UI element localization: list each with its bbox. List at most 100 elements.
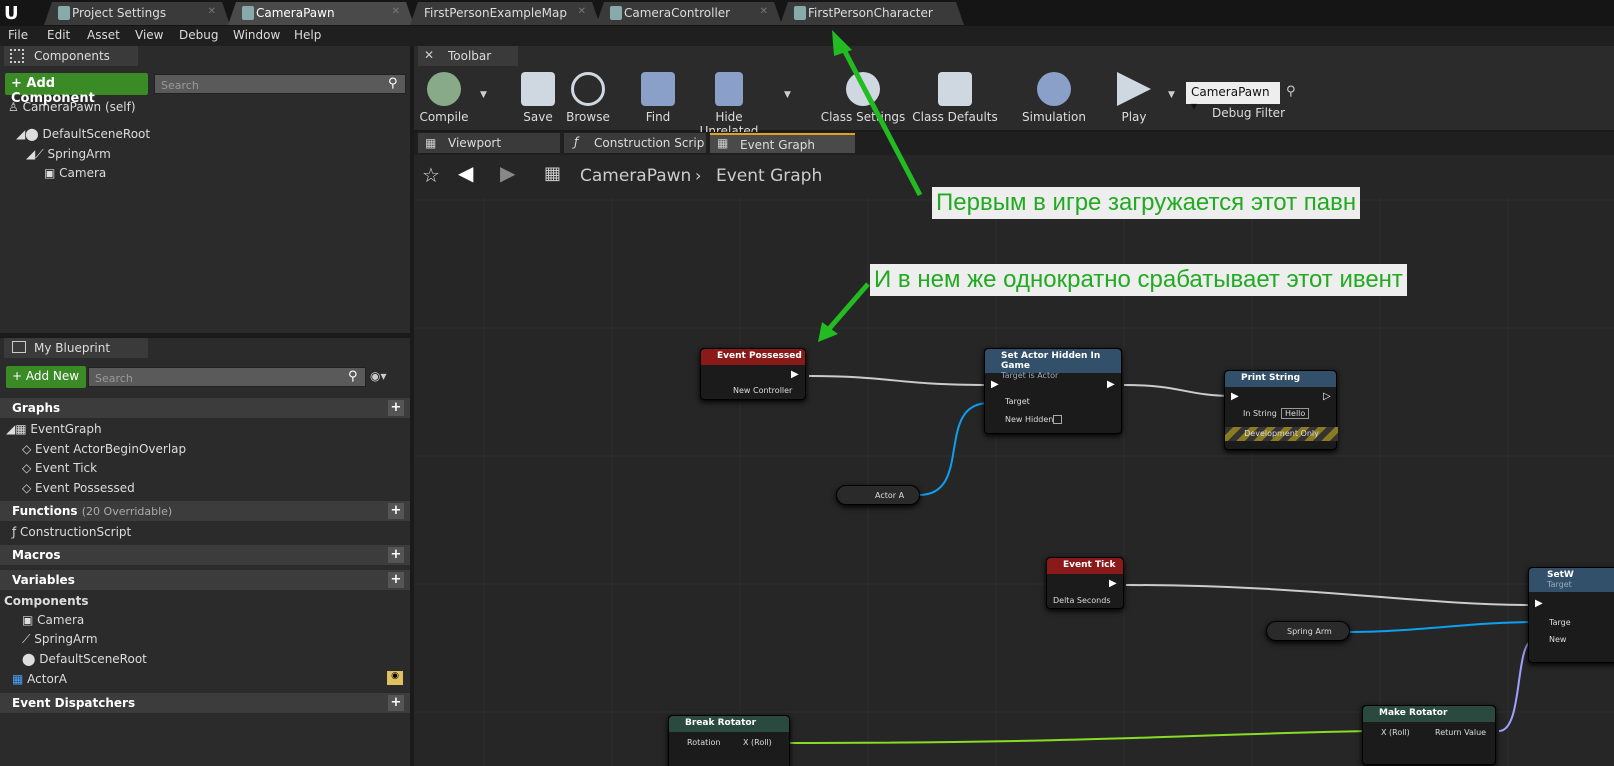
exec-out-pin[interactable]: ▶ xyxy=(791,369,799,380)
pin-return-value[interactable]: Return Value xyxy=(1435,728,1486,737)
exec-out-pin[interactable]: ▶ xyxy=(1107,379,1115,390)
menu-file[interactable]: File xyxy=(8,28,28,42)
var-actora[interactable]: ▦ ActorA xyxy=(12,672,67,686)
exec-in-pin[interactable]: ▶ xyxy=(1535,598,1543,609)
compile-options-arrow[interactable]: ▼ xyxy=(480,90,487,100)
pin-x-roll[interactable]: X (Roll) xyxy=(1381,728,1410,737)
tree-default-scene-root[interactable]: ◢⬤ DefaultSceneRoot xyxy=(16,127,150,141)
tree-spring-arm[interactable]: ◢⟋ SpringArm xyxy=(26,147,111,162)
exec-in-pin[interactable]: ▶ xyxy=(991,379,999,390)
var-camera[interactable]: ▣ Camera xyxy=(22,613,84,627)
node-get-actor-a[interactable]: Actor A xyxy=(836,485,920,505)
tab-camerapawn[interactable]: CameraPawn ✕ xyxy=(228,2,414,25)
exec-in-pin[interactable]: ▶ xyxy=(1231,391,1239,402)
add-component-button[interactable]: + Add Component xyxy=(5,73,148,106)
section-functions[interactable]: Functions (20 Overridable) + xyxy=(0,501,410,521)
find-button[interactable]: Find xyxy=(626,70,690,126)
add-dispatcher-button[interactable]: + xyxy=(388,695,404,711)
section-variables[interactable]: Variables + xyxy=(0,570,410,590)
menu-view[interactable]: View xyxy=(135,28,163,42)
tab-project-settings[interactable]: Project Settings ✕ xyxy=(44,2,230,25)
tab-viewport[interactable]: Viewport xyxy=(418,133,560,153)
node-break-rotator[interactable]: Break Rotator Rotation X (Roll) xyxy=(668,715,790,766)
bookmark-star-icon[interactable]: ☆ xyxy=(422,163,440,187)
menu-window[interactable]: Window xyxy=(233,28,280,42)
forward-arrow-icon[interactable]: ▶ xyxy=(500,161,515,185)
components-search-input[interactable]: Search xyxy=(154,74,406,94)
node-set-world-rotation[interactable]: SetW Target ▶ Targe New xyxy=(1528,567,1614,663)
search-icon[interactable]: ⚲ xyxy=(1286,84,1296,99)
checkbox[interactable] xyxy=(1053,415,1062,424)
section-macros[interactable]: Macros + xyxy=(0,545,410,565)
node-print-string[interactable]: Print String ▶ ▷ In String Hello Develop… xyxy=(1224,370,1338,450)
node-make-rotator[interactable]: Make Rotator X (Roll) Return Value xyxy=(1362,705,1496,765)
in-string-value[interactable]: Hello xyxy=(1281,408,1310,419)
eye-icon[interactable]: ◉▾ xyxy=(370,369,387,383)
tab-label: CameraPawn xyxy=(256,6,335,20)
pin-x-roll[interactable]: X (Roll) xyxy=(743,738,772,747)
menu-help[interactable]: Help xyxy=(294,28,321,42)
close-icon[interactable]: ✕ xyxy=(760,6,768,17)
tab-firstpersoncharacter[interactable]: FirstPersonCharacter xyxy=(780,2,964,25)
add-graph-button[interactable]: + xyxy=(388,400,404,416)
section-event-dispatchers[interactable]: Event Dispatchers + xyxy=(0,693,410,713)
tree-eventgraph[interactable]: ◢▦ EventGraph xyxy=(6,422,102,436)
menu-edit[interactable]: Edit xyxy=(47,28,70,42)
pin-rotation[interactable]: Rotation xyxy=(687,738,720,747)
simulation-button[interactable]: Simulation xyxy=(1016,70,1092,126)
back-arrow-icon[interactable]: ◀ xyxy=(458,161,473,185)
var-springarm[interactable]: ⟋ SpringArm xyxy=(22,632,98,647)
components-group[interactable]: Components xyxy=(4,594,89,608)
exec-out-pin[interactable]: ▷ xyxy=(1323,391,1331,402)
add-variable-button[interactable]: + xyxy=(388,572,404,588)
pin-new-rotation[interactable]: New xyxy=(1549,635,1566,644)
tree-camera[interactable]: ▣ Camera xyxy=(44,166,106,180)
browse-button[interactable]: Browse xyxy=(556,70,620,126)
node-event-possessed[interactable]: Event Possessed ▶ New Controller xyxy=(700,348,806,400)
pin-in-string[interactable]: In String xyxy=(1243,409,1277,418)
add-macro-button[interactable]: + xyxy=(388,547,404,563)
node-get-spring-arm[interactable]: Spring Arm xyxy=(1266,621,1350,641)
pin-new-hidden[interactable]: New Hidden xyxy=(1005,415,1053,424)
tab-construction-script[interactable]: Construction Scrip xyxy=(564,133,706,153)
node-event-tick[interactable]: Event Tick ▶ Delta Seconds xyxy=(1046,557,1124,609)
hide-unrelated-button[interactable]: Hide Unrelated xyxy=(686,70,772,138)
close-icon[interactable]: ✕ xyxy=(578,6,586,17)
pin-target[interactable]: Target xyxy=(1005,397,1030,406)
tab-map[interactable]: FirstPersonExampleMap ✕ xyxy=(410,2,600,25)
debug-filter-select[interactable]: CameraPawn ▾ xyxy=(1186,82,1280,113)
visibility-eye-icon[interactable]: ◉ xyxy=(387,671,403,685)
breadcrumb-root[interactable]: CameraPawn xyxy=(580,166,691,186)
blueprint-search-input[interactable]: Search xyxy=(88,367,366,387)
close-icon[interactable]: ✕ xyxy=(208,6,216,17)
section-graphs[interactable]: Graphs + xyxy=(0,398,410,418)
var-defaultsceneroot[interactable]: ⬤ DefaultSceneRoot xyxy=(22,652,147,666)
components-panel-tab[interactable]: Components xyxy=(4,46,138,66)
add-new-button[interactable]: + Add New xyxy=(6,366,86,388)
menu-asset[interactable]: Asset xyxy=(87,28,120,42)
tab-cameracontroller[interactable]: CameraController ✕ xyxy=(596,2,782,25)
graph-canvas[interactable]: ☆ ◀ ▶ ▦ CameraPawn › Event Graph Event P… xyxy=(414,155,1614,766)
event-begin-overlap[interactable]: ◇ Event ActorBeginOverlap xyxy=(22,442,186,456)
pin-delta-seconds[interactable]: Delta Seconds xyxy=(1053,596,1111,605)
play-button[interactable]: Play xyxy=(1102,70,1166,126)
hide-unrelated-arrow[interactable]: ▼ xyxy=(784,90,791,100)
self-item[interactable]: ♙ CameraPawn (self) xyxy=(8,100,136,114)
tab-event-graph[interactable]: Event Graph xyxy=(710,133,855,153)
pin-target[interactable]: Targe xyxy=(1549,618,1571,627)
search-icon[interactable]: ⚲ xyxy=(388,76,398,91)
pin-new-controller[interactable]: New Controller xyxy=(733,386,792,395)
function-construction-script[interactable]: ƒ ConstructionScript xyxy=(12,525,131,539)
class-defaults-button[interactable]: Class Defaults xyxy=(912,70,998,126)
event-tick[interactable]: ◇ Event Tick xyxy=(22,461,97,475)
class-settings-button[interactable]: Class Settings xyxy=(820,70,906,126)
play-options-arrow[interactable]: ▼ xyxy=(1168,90,1175,100)
menu-debug[interactable]: Debug xyxy=(179,28,218,42)
compile-button[interactable]: Compile xyxy=(412,70,476,126)
node-set-actor-hidden[interactable]: Set Actor Hidden In Game Target is Actor … xyxy=(984,348,1122,434)
event-possessed[interactable]: ◇ Event Possessed xyxy=(22,481,135,495)
exec-out-pin[interactable]: ▶ xyxy=(1109,578,1117,589)
add-function-button[interactable]: + xyxy=(388,503,404,519)
search-icon[interactable]: ⚲ xyxy=(348,369,358,384)
close-icon[interactable]: ✕ xyxy=(392,6,400,17)
